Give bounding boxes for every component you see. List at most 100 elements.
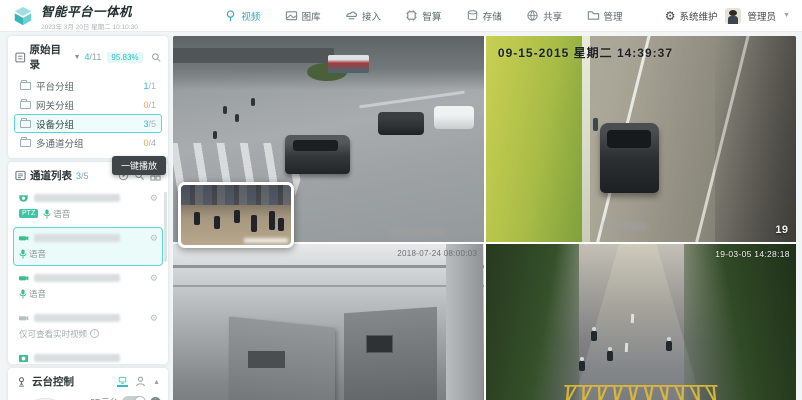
scene-footbridge [173, 48, 334, 62]
app-header: 智能平台一体机 2023年 3月 20日 星期二 10:10:30 视频 图库 … [0, 0, 802, 32]
group-row-gateway[interactable]: 网关分组 0/1 [14, 95, 162, 114]
scene-pedestrian [251, 98, 255, 106]
video-tile-indoor[interactable]: 2018-07-24 08:00:03 IPC [173, 244, 484, 400]
channel-count-total: /5 [81, 171, 89, 181]
ptz-3d-label: 3D云台 [90, 396, 118, 400]
scene-trees-right [684, 244, 796, 400]
group-count: 0/1 [143, 100, 156, 110]
channel-count: 3/5 [76, 171, 89, 181]
system-maintenance-button[interactable]: ⚙ 系统维护 [665, 9, 718, 23]
scene-desk [248, 351, 285, 367]
scene-pedestrian [235, 114, 239, 122]
dome-camera-icon [18, 193, 29, 204]
app-title: 智能平台一体机 [41, 1, 138, 20]
ptz-controls: 3D云台 i 变倍控制 ⊕ ⊖ 焦点控制 [82, 396, 161, 400]
brand: 智能平台一体机 2023年 3月 20日 星期二 10:10:30 [12, 1, 212, 31]
video-wall: 09-15-2015 星期二 14:39:37 19 2018-07-24 08… [173, 36, 796, 400]
avatar[interactable] [725, 8, 741, 24]
pip-person [214, 216, 220, 229]
osd-timestamp: 09-15-2015 星期二 14:39:37 [498, 44, 673, 61]
ptz-panel: 云台控制 ▼ ▲ ▼ ◀ ▶ ▲ ▲ ▲ [8, 368, 168, 400]
group-row-platform[interactable]: 平台分组 1/1 [14, 76, 162, 95]
group-row-multichannel[interactable]: 多通道分组 0/4 [14, 133, 162, 152]
folder-icon [20, 82, 31, 90]
nav-label: 共享 [543, 9, 562, 23]
screen-control-icon[interactable] [117, 376, 128, 387]
nav-item-gallery[interactable]: 图库 [285, 9, 321, 23]
video-tile-highway[interactable]: 09-15-2015 星期二 14:39:37 19 [486, 36, 797, 242]
video-tile-street-trees[interactable]: 19-03-05 14:28:18 [486, 244, 797, 400]
channel-list-icon [15, 170, 26, 181]
pip-person [194, 212, 200, 225]
nav-item-access[interactable]: 接入 [345, 9, 381, 23]
channel-list-title: 通道列表 [30, 168, 72, 183]
one-key-play-tooltip: 一键播放 [112, 156, 166, 175]
collapse-icon[interactable]: ▼ [153, 378, 160, 385]
channel-item-3[interactable]: ⚙ 语音 [13, 267, 163, 306]
ptz-header: 云台控制 ▼ [8, 368, 168, 392]
header-datetime: 2023年 3月 20日 星期二 10:10:30 [41, 21, 138, 31]
channel-item-5[interactable] [13, 347, 163, 364]
nav-item-video[interactable]: 视频 [224, 9, 260, 23]
header-right: ⚙ 系统维护 管理员 ▼ [665, 8, 790, 24]
bullet-camera-icon [18, 273, 29, 284]
pip-person [269, 211, 275, 230]
scene-suv [285, 135, 350, 174]
manage-nav-icon [587, 9, 600, 22]
channel-list: ⚙ PTZ 语音 [8, 187, 168, 364]
sidebar: 原始目录 ▼ 4/11 95.83% 平台分组 1/1 网关分组 [8, 36, 168, 400]
nav-item-ai[interactable]: 智算 [405, 9, 441, 23]
ptz-3d-toggle[interactable] [122, 396, 146, 400]
ptz-actions: ▼ [117, 376, 160, 387]
nav-item-share[interactable]: 共享 [526, 9, 562, 23]
channel-item-2[interactable]: ⚙ 语音 [13, 227, 163, 266]
channel-gear-icon[interactable]: ⚙ [150, 234, 158, 243]
voice-tag: 语音 [43, 208, 70, 220]
group-label: 网关分组 [36, 98, 74, 112]
restricted-note-label: 仅可查看实时视频 [19, 328, 87, 340]
scrollbar-thumb[interactable] [164, 192, 167, 262]
voice-tag: 语音 [19, 248, 46, 260]
channel-item-1[interactable]: ⚙ PTZ 语音 [13, 187, 163, 226]
osd-timestamp: 19-03-05 14:28:18 [715, 249, 790, 259]
group-count-den: /1 [148, 81, 156, 91]
channel-name-redacted [34, 234, 120, 242]
nav-item-manage[interactable]: 管理 [587, 9, 623, 23]
scene-pedestrian [213, 131, 217, 139]
scene-cubicle [344, 307, 437, 400]
scene-shadow [715, 36, 796, 242]
ptz-badge: PTZ [19, 209, 38, 218]
group-list: 平台分组 1/1 网关分组 0/1 设备分组 3/5 [8, 76, 168, 158]
pip-preview-window[interactable] [178, 182, 294, 248]
nvr-device-icon [18, 353, 29, 364]
username: 管理员 [748, 9, 777, 23]
scene-monitor [366, 335, 394, 354]
scene-black-car [600, 123, 659, 193]
voice-label: 语音 [29, 248, 46, 260]
nav-label: 管理 [604, 9, 623, 23]
channel-gear-icon[interactable]: ⚙ [150, 274, 158, 283]
catalog-caret-icon[interactable]: ▼ [74, 54, 81, 61]
gallery-nav-icon [285, 9, 298, 22]
search-icon[interactable] [151, 52, 162, 63]
catalog-panel: 原始目录 ▼ 4/11 95.83% 平台分组 1/1 网关分组 [8, 36, 168, 158]
ai-nav-icon [405, 9, 418, 22]
pip-person [234, 210, 240, 223]
nav-label: 存储 [483, 9, 502, 23]
share-nav-icon [526, 9, 539, 22]
folder-icon [20, 120, 31, 128]
user-menu-caret-icon[interactable]: ▼ [783, 12, 790, 19]
scene-sedan [378, 112, 425, 135]
scene-scooter [666, 341, 672, 351]
person-control-icon[interactable] [135, 376, 146, 387]
nav-item-storage[interactable]: 存储 [466, 9, 502, 23]
channel-item-4[interactable]: ⚙ 仅可查看实时视频 i [13, 307, 163, 346]
pip-person [251, 215, 257, 232]
channel-gear-icon[interactable]: ⚙ [150, 314, 158, 323]
content: 原始目录 ▼ 4/11 95.83% 平台分组 1/1 网关分组 [0, 32, 802, 400]
scene-yellow-box-marking [540, 385, 742, 400]
channel-gear-icon[interactable]: ⚙ [150, 194, 158, 203]
scene-guardrail [582, 36, 590, 242]
group-row-device[interactable]: 设备分组 3/5 [14, 114, 162, 133]
scene-pedestrian [223, 106, 227, 114]
